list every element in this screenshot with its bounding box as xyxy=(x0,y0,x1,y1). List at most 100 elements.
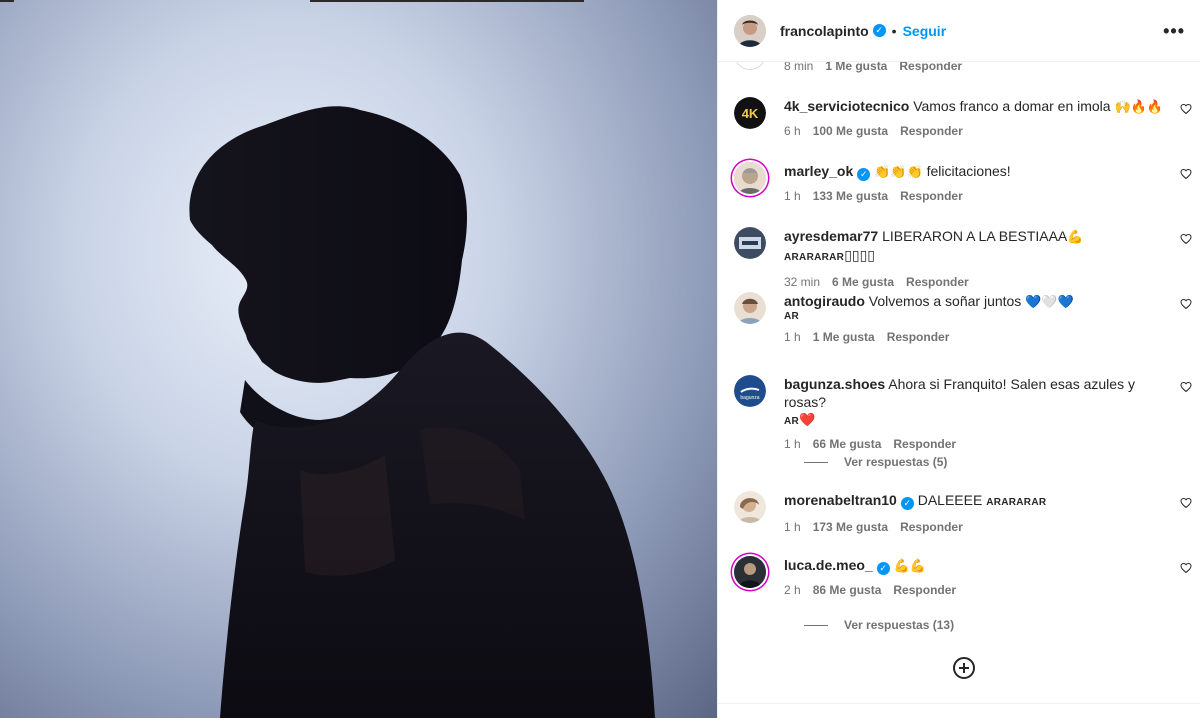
avatar-image xyxy=(734,162,766,194)
comment-likes[interactable]: 86 Me gusta xyxy=(813,583,882,597)
silhouette-photo xyxy=(189,106,655,718)
avatar[interactable]: bagunza xyxy=(734,375,766,407)
replies-divider xyxy=(804,461,828,463)
comment-time: 1 h xyxy=(784,437,801,451)
comment-meta: 1 h 133 Me gusta Responder xyxy=(784,189,1164,203)
avatar[interactable] xyxy=(734,292,766,324)
verified-badge-icon: ✓ xyxy=(872,24,886,37)
flag-line: AR❤️ xyxy=(784,411,1164,429)
reply-button[interactable]: Responder xyxy=(893,437,956,451)
author-avatar[interactable] xyxy=(734,14,766,47)
reply-button[interactable]: Responder xyxy=(906,275,969,289)
comment-likes[interactable]: 133 Me gusta xyxy=(813,189,888,203)
avatar-image xyxy=(734,556,766,588)
avatar-image xyxy=(734,292,766,324)
comment-text-line: bagunza.shoes Ahora si Franquito! Salen … xyxy=(784,375,1164,411)
heart-outline-icon[interactable] xyxy=(1180,381,1192,393)
plus-circle-icon[interactable] xyxy=(952,656,976,680)
header-separator: • xyxy=(891,22,897,39)
comment-username[interactable]: 4k_serviciotecnico xyxy=(784,98,909,114)
avatar[interactable]: 4K xyxy=(734,97,766,129)
comment-username[interactable]: ayresdemar77 xyxy=(784,228,878,244)
avatar[interactable] xyxy=(734,491,766,523)
comment-emoji: 🙌🔥🔥 xyxy=(1114,99,1164,114)
comment-likes[interactable]: 1 Me gusta xyxy=(825,62,887,73)
avatar-image: bagunza xyxy=(734,375,766,407)
verified-badge-icon: ✓ xyxy=(876,561,890,575)
reply-button[interactable]: Responder xyxy=(900,189,963,203)
comment-emoji: ❤️ xyxy=(799,412,816,427)
heart-outline-icon[interactable] xyxy=(1180,233,1192,245)
avatar[interactable] xyxy=(734,556,766,588)
comment-likes[interactable]: 66 Me gusta xyxy=(813,437,882,451)
comment-username[interactable]: morenabeltran10 xyxy=(784,492,897,508)
comments-list: 8 min 1 Me gusta Responder 4K 4k_servici… xyxy=(718,62,1200,680)
flag-text: ARARARAR xyxy=(784,252,845,263)
heart-outline-icon[interactable] xyxy=(1180,168,1192,180)
author-username[interactable]: francolapinto xyxy=(780,23,869,39)
comment-text: DALEEEE xyxy=(917,492,983,508)
avatar[interactable] xyxy=(734,227,766,259)
avatar[interactable] xyxy=(734,162,766,194)
comment-username[interactable]: luca.de.meo_ xyxy=(784,557,873,573)
comment-meta: 6 h 100 Me gusta Responder xyxy=(784,124,1164,138)
comment-likes[interactable]: 173 Me gusta xyxy=(813,520,888,534)
comment-meta: 8 min 1 Me gusta Responder xyxy=(784,62,962,73)
comment-text: Vamos franco a domar en imola xyxy=(913,98,1111,114)
replies-divider xyxy=(804,624,828,626)
comment-emoji: 💙🤍💙 xyxy=(1025,294,1074,309)
view-replies-button[interactable]: Ver respuestas (5) xyxy=(804,455,947,469)
comment-emoji: 💪 xyxy=(1067,229,1084,244)
reply-button[interactable]: Responder xyxy=(887,330,950,344)
view-replies-label: Ver respuestas (13) xyxy=(844,618,955,632)
svg-text:bagunza: bagunza xyxy=(740,395,759,401)
more-options-icon[interactable]: ••• xyxy=(1163,22,1185,40)
comments-panel: francolapinto ✓ • Seguir ••• 8 min 1 Me … xyxy=(717,0,1200,718)
comment-meta: 1 h 173 Me gusta Responder xyxy=(784,520,1164,534)
post-media[interactable] xyxy=(0,0,717,718)
comment-likes[interactable]: 100 Me gusta xyxy=(813,124,888,138)
heart-outline-icon[interactable] xyxy=(1180,103,1192,115)
heart-outline-icon[interactable] xyxy=(1180,562,1192,574)
verified-badge-icon: ✓ xyxy=(900,496,914,510)
comment-time: 2 h xyxy=(784,583,801,597)
comment-username[interactable]: antogiraudo xyxy=(784,293,865,309)
comment-text-line: marley_ok ✓ 👏👏👏 felicitaciones! xyxy=(784,162,1164,181)
comment-meta: 32 min 6 Me gusta Responder xyxy=(784,275,1164,289)
flag-text: AR xyxy=(784,416,800,427)
svg-text:4K: 4K xyxy=(742,106,759,121)
follow-button[interactable]: Seguir xyxy=(903,23,947,39)
comment-text: LIBERARON A LA BESTIAAA xyxy=(882,228,1068,244)
comment-text-line: luca.de.meo_ ✓ 💪💪 xyxy=(784,556,1164,575)
comment-text: felicitaciones! xyxy=(926,163,1011,179)
comment-text-line: ayresdemar77 LIBERARON A LA BESTIAAA💪 ARA… xyxy=(784,227,1164,267)
comment-emoji: 💪💪 xyxy=(893,558,926,573)
reply-button[interactable]: Responder xyxy=(900,124,963,138)
comment-text: Volvemos a soñar juntos xyxy=(868,293,1022,309)
comment-time: 8 min xyxy=(784,62,814,73)
comment-username[interactable]: marley_ok xyxy=(784,163,853,179)
comment-text-line: antogiraudo Volvemos a soñar juntos 💙🤍💙 xyxy=(784,292,1164,311)
reply-button[interactable]: Responder xyxy=(900,520,963,534)
heart-outline-icon[interactable] xyxy=(1180,298,1192,310)
comment-trailing-glyphs: ▯▯▯▯ xyxy=(844,247,876,263)
comment-likes[interactable]: 1 Me gusta xyxy=(813,330,875,344)
comment-username[interactable]: bagunza.shoes xyxy=(784,376,885,392)
comment-text-line: 4k_serviciotecnico Vamos franco a domar … xyxy=(784,97,1164,116)
avatar-image xyxy=(734,491,766,523)
view-replies-label: Ver respuestas (5) xyxy=(844,455,948,469)
comment-time: 1 h xyxy=(784,330,801,344)
reply-button[interactable]: Responder xyxy=(893,583,956,597)
comment-likes[interactable]: 6 Me gusta xyxy=(832,275,894,289)
comment-meta: 1 h 1 Me gusta Responder xyxy=(784,330,1164,344)
comment-time: 6 h xyxy=(784,124,801,138)
comment-text-line: morenabeltran10 ✓ DALEEEE ARARARAR xyxy=(784,491,1164,512)
comment-meta: 2 h 86 Me gusta Responder xyxy=(784,583,1164,597)
flag-text: AR xyxy=(784,311,800,322)
avatar[interactable] xyxy=(734,62,766,70)
heart-outline-icon[interactable] xyxy=(1180,497,1192,509)
reply-button[interactable]: Responder xyxy=(899,62,962,73)
view-replies-button[interactable]: Ver respuestas (13) xyxy=(804,618,954,632)
post-header: francolapinto ✓ • Seguir ••• xyxy=(718,0,1200,62)
comment-time: 1 h xyxy=(784,520,801,534)
